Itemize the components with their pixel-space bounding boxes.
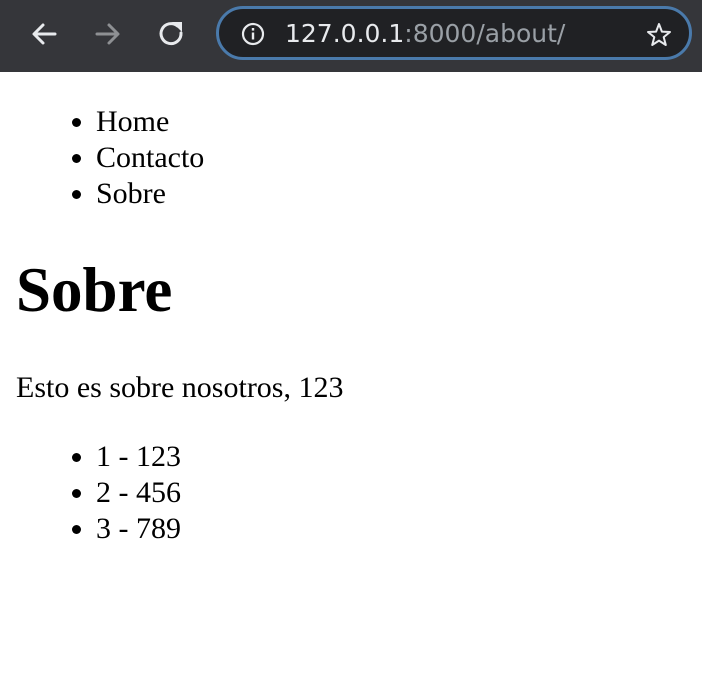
url-path: :8000/about/ (404, 19, 566, 48)
nav-item-sobre: Sobre (96, 176, 204, 212)
forward-button[interactable] (88, 14, 128, 54)
page-description: Esto es sobre nosotros, 123 (16, 371, 344, 404)
info-icon[interactable] (241, 22, 265, 46)
back-button[interactable] (24, 14, 64, 54)
nav-item-home: Home (96, 104, 204, 140)
nav-item-contacto: Contacto (96, 140, 204, 176)
url-text[interactable]: 127.0.0.1:8000/about/ (285, 18, 565, 50)
reload-button[interactable] (152, 14, 192, 54)
url-host: 127.0.0.1 (285, 19, 405, 48)
page-content: Home Contacto Sobre Sobre Esto es sobre … (0, 72, 702, 674)
nav-list: Home Contacto Sobre (0, 104, 204, 212)
nav-link-sobre[interactable]: Sobre (96, 177, 166, 210)
list-item: 3 - 789 (96, 511, 181, 547)
page-title: Sobre (16, 255, 173, 325)
nav-link-home[interactable]: Home (96, 105, 169, 138)
arrow-left-icon (32, 23, 57, 45)
list-item: 1 - 123 (96, 439, 181, 475)
list-item: 2 - 456 (96, 475, 181, 511)
browser-toolbar: 127.0.0.1:8000/about/ (0, 0, 702, 72)
nav-link-contacto[interactable]: Contacto (96, 141, 204, 174)
arrow-right-icon (95, 23, 120, 45)
star-icon[interactable] (645, 21, 673, 49)
items-list: 1 - 123 2 - 456 3 - 789 (0, 439, 181, 547)
address-bar[interactable]: 127.0.0.1:8000/about/ (216, 6, 692, 60)
reload-icon (159, 22, 183, 46)
